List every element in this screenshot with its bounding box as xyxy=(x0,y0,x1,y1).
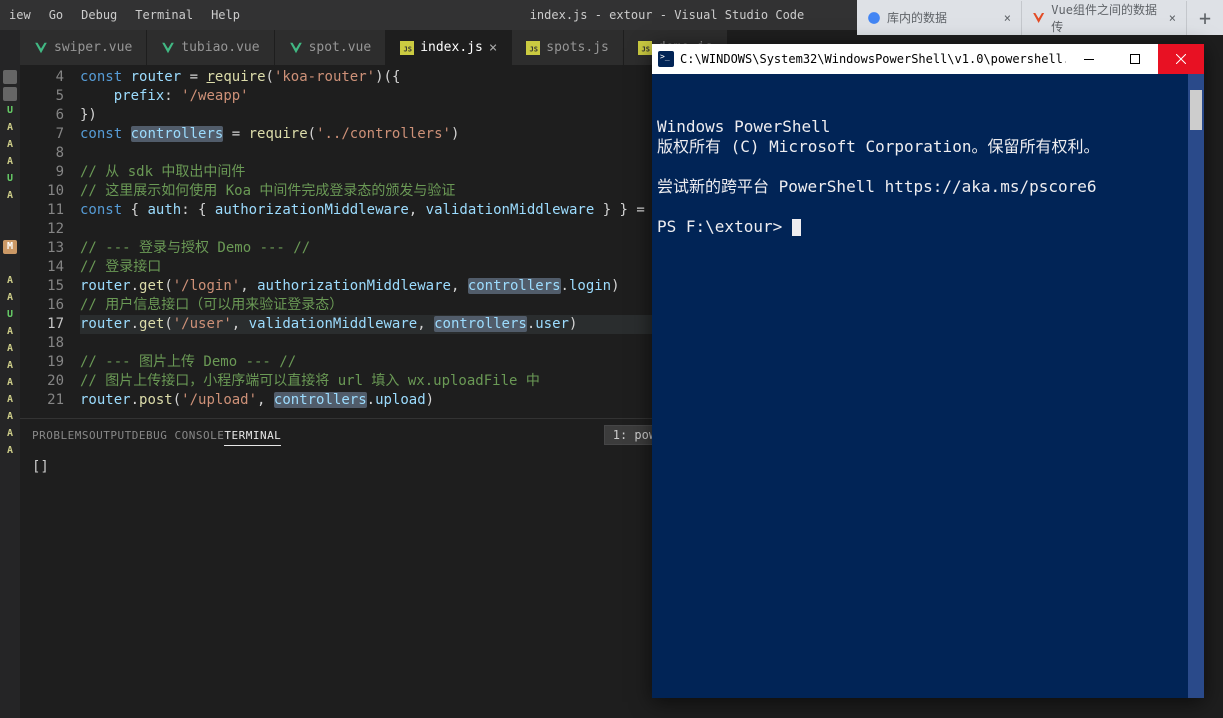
gutter-mark: A xyxy=(3,325,17,339)
menu-iew[interactable]: iew xyxy=(0,8,40,22)
gutter-mark: A xyxy=(3,121,17,135)
powershell-body[interactable]: Windows PowerShell版权所有 (C) Microsoft Cor… xyxy=(652,74,1204,698)
close-icon[interactable]: × xyxy=(1004,11,1011,25)
gutter-mark xyxy=(3,70,17,84)
code-editor[interactable]: 456789101112131415161718192021 const rou… xyxy=(20,65,728,418)
gutter-mark: A xyxy=(3,189,17,203)
tab-close-icon[interactable]: × xyxy=(489,40,497,56)
browser-tabstrip: 库内的数据×Vue组件之间的数据传×+ xyxy=(857,0,1223,35)
panel-tab-output[interactable]: OUTPUT xyxy=(89,429,132,442)
browser-tab[interactable]: 库内的数据× xyxy=(857,1,1022,35)
gutter-mark: A xyxy=(3,291,17,305)
menu-terminal[interactable]: Terminal xyxy=(126,8,202,22)
panel-tab-problems[interactable]: PROBLEMS xyxy=(32,429,89,442)
tab-tubiao.vue[interactable]: tubiao.vue xyxy=(147,30,274,65)
gutter-mark: A xyxy=(3,342,17,356)
code-lines[interactable]: const router = require('koa-router')({ p… xyxy=(80,65,687,410)
bottom-panel: PROBLEMSOUTPUTDEBUG CONSOLETERMINAL 1: p… xyxy=(20,418,728,718)
gutter-mark: A xyxy=(3,444,17,458)
svg-text:JS: JS xyxy=(404,45,412,53)
gutter-mark: A xyxy=(3,359,17,373)
svg-text:JS: JS xyxy=(641,45,649,53)
tab-index.js[interactable]: JSindex.js× xyxy=(386,30,512,65)
editor-tabs: swiper.vuetubiao.vuespot.vueJSindex.js×J… xyxy=(20,30,728,65)
gutter-mark: A xyxy=(3,155,17,169)
powershell-icon xyxy=(658,51,674,67)
gutter-mark: U xyxy=(3,104,17,118)
ps-cursor xyxy=(792,219,801,236)
gutter-mark: A xyxy=(3,427,17,441)
terminal-body[interactable]: [] xyxy=(20,451,728,718)
gutter-mark: U xyxy=(3,308,17,322)
gutter-mark xyxy=(3,223,17,237)
powershell-window[interactable]: C:\WINDOWS\System32\WindowsPowerShell\v1… xyxy=(652,44,1204,698)
line-numbers: 456789101112131415161718192021 xyxy=(20,65,80,410)
scm-gutter: UAAAUAMAAUAAAAAAAA xyxy=(0,30,20,718)
gutter-mark: A xyxy=(3,410,17,424)
tab-swiper.vue[interactable]: swiper.vue xyxy=(20,30,147,65)
powershell-title-text: C:\WINDOWS\System32\WindowsPowerShell\v1… xyxy=(680,52,1066,66)
gutter-mark xyxy=(3,257,17,271)
gutter-mark: M xyxy=(3,240,17,254)
ps-minimize-button[interactable] xyxy=(1066,44,1112,74)
gutter-mark: A xyxy=(3,274,17,288)
menu-go[interactable]: Go xyxy=(40,8,72,22)
browser-tab[interactable]: Vue组件之间的数据传× xyxy=(1022,1,1187,35)
panel-tab-terminal[interactable]: TERMINAL xyxy=(224,429,281,446)
ps-close-button[interactable] xyxy=(1158,44,1204,74)
powershell-titlebar[interactable]: C:\WINDOWS\System32\WindowsPowerShell\v1… xyxy=(652,44,1204,74)
gutter-mark: U xyxy=(3,172,17,186)
gutter-mark: A xyxy=(3,138,17,152)
tab-spot.vue[interactable]: spot.vue xyxy=(275,30,387,65)
ps-maximize-button[interactable] xyxy=(1112,44,1158,74)
menu-help[interactable]: Help xyxy=(202,8,249,22)
gutter-mark xyxy=(3,206,17,220)
gutter-mark: A xyxy=(3,376,17,390)
menu-debug[interactable]: Debug xyxy=(72,8,126,22)
panel-tab-debug console[interactable]: DEBUG CONSOLE xyxy=(132,429,225,442)
svg-text:JS: JS xyxy=(530,45,538,53)
new-tab-button[interactable]: + xyxy=(1187,6,1223,30)
tab-spots.js[interactable]: JSspots.js xyxy=(512,30,624,65)
gutter-mark xyxy=(3,87,17,101)
close-icon[interactable]: × xyxy=(1169,11,1176,25)
gutter-mark: A xyxy=(3,393,17,407)
ps-scrollbar[interactable] xyxy=(1188,74,1204,698)
